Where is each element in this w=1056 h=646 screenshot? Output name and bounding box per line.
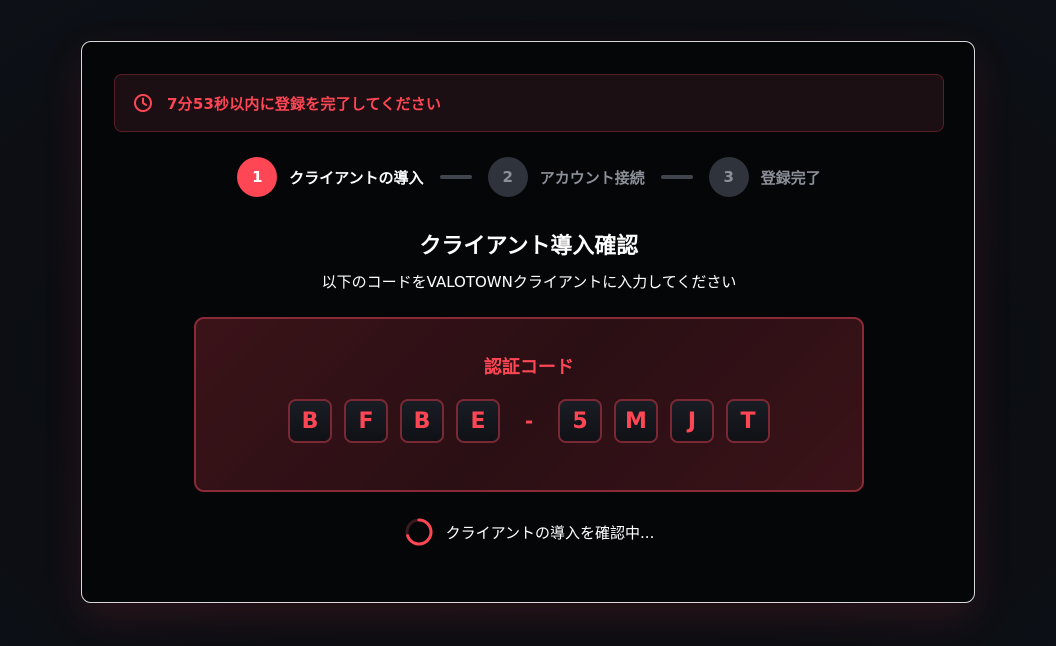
verification-code-box: 認証コード B F B E - 5 M J T xyxy=(194,317,864,492)
spinner-icon xyxy=(404,517,434,547)
page-title: クライアント導入確認 xyxy=(419,234,639,259)
code-char: B xyxy=(400,399,444,443)
code-char: M xyxy=(614,399,658,443)
step-3-label: 登録完了 xyxy=(760,168,821,187)
code-char: B xyxy=(288,399,332,443)
timer-message: 7分53秒以内に登録を完了してください xyxy=(167,94,442,113)
step-3-number: 3 xyxy=(708,157,749,197)
step-connector xyxy=(660,175,693,179)
code-char: E xyxy=(456,399,500,443)
step-1-label: クライアントの導入 xyxy=(289,168,424,187)
code-characters: B F B E - 5 M J T xyxy=(196,397,862,445)
status-row: クライアントの導入を確認中... xyxy=(82,514,976,550)
code-char: F xyxy=(344,399,388,443)
status-text: クライアントの導入を確認中... xyxy=(445,523,655,542)
code-char: 5 xyxy=(558,399,602,443)
page-subtitle: 以下のコードをVALOTOWNクライアントに入力してください xyxy=(321,273,737,291)
step-1-number: 1 xyxy=(237,157,278,197)
clock-icon xyxy=(133,93,153,113)
registration-card: 7分53秒以内に登録を完了してください 1 クライアントの導入 2 アカウント接… xyxy=(81,41,975,603)
step-2-label: アカウント接続 xyxy=(539,168,645,187)
step-2-number: 2 xyxy=(487,157,528,197)
code-char: J xyxy=(670,399,714,443)
step-2: 2 アカウント接続 xyxy=(487,157,645,197)
stepper: 1 クライアントの導入 2 アカウント接続 3 登録完了 xyxy=(82,157,976,197)
code-label: 認証コード xyxy=(484,357,574,378)
code-char: T xyxy=(726,399,770,443)
step-1: 1 クライアントの導入 xyxy=(237,157,424,197)
code-separator: - xyxy=(524,409,534,433)
timer-banner: 7分53秒以内に登録を完了してください xyxy=(114,74,944,132)
step-3: 3 登録完了 xyxy=(708,157,821,197)
step-connector xyxy=(439,175,472,179)
page-background: 7分53秒以内に登録を完了してください 1 クライアントの導入 2 アカウント接… xyxy=(0,0,1056,646)
